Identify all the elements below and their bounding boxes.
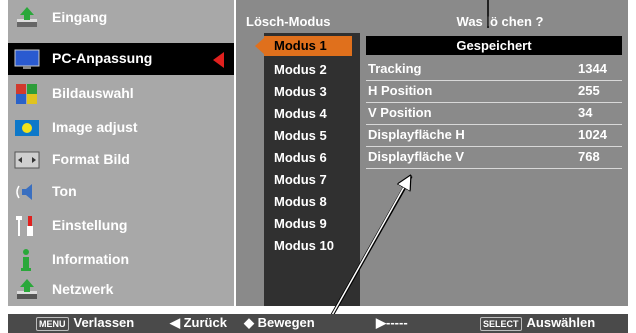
select-key-icon: SELECT [480, 316, 522, 331]
callout-arrow [321, 180, 408, 333]
exit-label: Verlassen [73, 315, 135, 330]
back-hint[interactable]: ◀ Zurück [170, 315, 227, 331]
footer-bar: MENU Verlassen ◀ Zurück ◆ Bewegen ▶----- … [8, 314, 628, 333]
menu-key-icon: MENU [36, 316, 69, 331]
exit-hint[interactable]: MENU Verlassen [36, 315, 134, 331]
select-hint[interactable]: SELECT Auswählen [480, 315, 595, 331]
select-label: Auswählen [526, 315, 596, 330]
move-hint: ◆ Bewegen [244, 315, 315, 330]
callout-overlay [320, 0, 489, 333]
next-hint: ▶----- [376, 315, 408, 330]
